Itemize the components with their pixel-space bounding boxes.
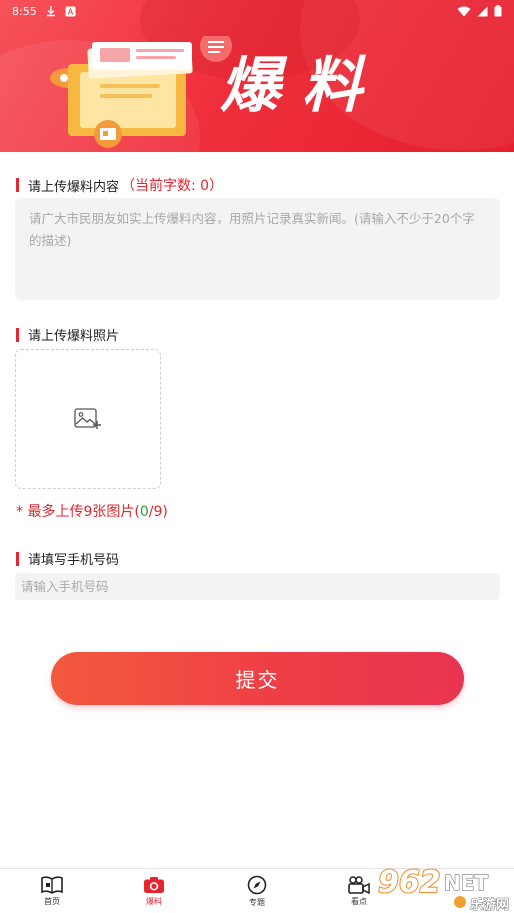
svg-text:962: 962 (378, 865, 441, 900)
app-icon: A (65, 6, 76, 16)
tab-label: 看点 (351, 896, 367, 906)
tab-baoliao[interactable]: 爆料 (104, 869, 204, 913)
battery-icon (494, 5, 502, 17)
content-placeholder: 请广大市民朋友如实上传爆料内容，用照片记录真实新闻。(请输入不少于20个字的描述… (29, 211, 475, 248)
tab-home[interactable]: 首页 (2, 869, 102, 913)
content-section-label: 请上传爆料内容 （当前字数: 0） (16, 175, 223, 195)
hint-suffix: /9) (148, 504, 168, 520)
content-textarea[interactable]: 请广大市民朋友如实上传爆料内容，用照片记录真实新闻。(请输入不少于20个字的描述… (15, 198, 500, 300)
photo-upload-button[interactable] (15, 349, 161, 489)
content-label-text: 请上传爆料内容 (28, 179, 120, 195)
section-marker (16, 178, 19, 192)
news-illustration (50, 36, 232, 148)
camera-icon (144, 876, 164, 893)
upload-limit-hint: * 最多上传9张图片(0/9) (16, 501, 168, 521)
svg-text:NET: NET (444, 871, 488, 895)
download-icon (46, 6, 55, 17)
tab-label: 首页 (44, 896, 60, 906)
site-watermark: 962 NET 乐游网 (378, 864, 510, 913)
tab-label: 爆料 (146, 896, 162, 906)
svg-text:A: A (67, 7, 73, 16)
phone-input[interactable] (15, 573, 500, 600)
tab-topics[interactable]: 专题 (207, 869, 307, 913)
status-time: 8:55 (12, 4, 37, 18)
signal-icon (477, 6, 488, 16)
wifi-icon (457, 6, 471, 16)
section-marker (16, 327, 19, 342)
photo-count: 0 (139, 504, 149, 520)
section-marker (16, 551, 19, 566)
hint-prefix: * 最多上传9张图片( (16, 504, 140, 520)
submit-button[interactable]: 提交 (51, 652, 464, 705)
phone-section-label: 请填写手机号码 (16, 549, 119, 568)
svg-text:乐游网: 乐游网 (470, 897, 509, 913)
photo-section-label: 请上传爆料照片 (16, 325, 119, 344)
status-bar: 8:55 A (0, 0, 514, 22)
phone-label-text: 请填写手机号码 (28, 553, 120, 568)
banner-title: 爆料 (220, 51, 384, 121)
photo-label-text: 请上传爆料照片 (28, 329, 120, 344)
header-banner: 8:55 A 爆料 (0, 0, 514, 152)
word-count: （当前字数: 0） (121, 178, 224, 194)
tab-label: 专题 (249, 897, 265, 907)
compass-icon (247, 875, 267, 894)
add-image-icon (74, 408, 101, 429)
video-camera-icon (348, 875, 370, 894)
home-book-icon (41, 875, 63, 894)
